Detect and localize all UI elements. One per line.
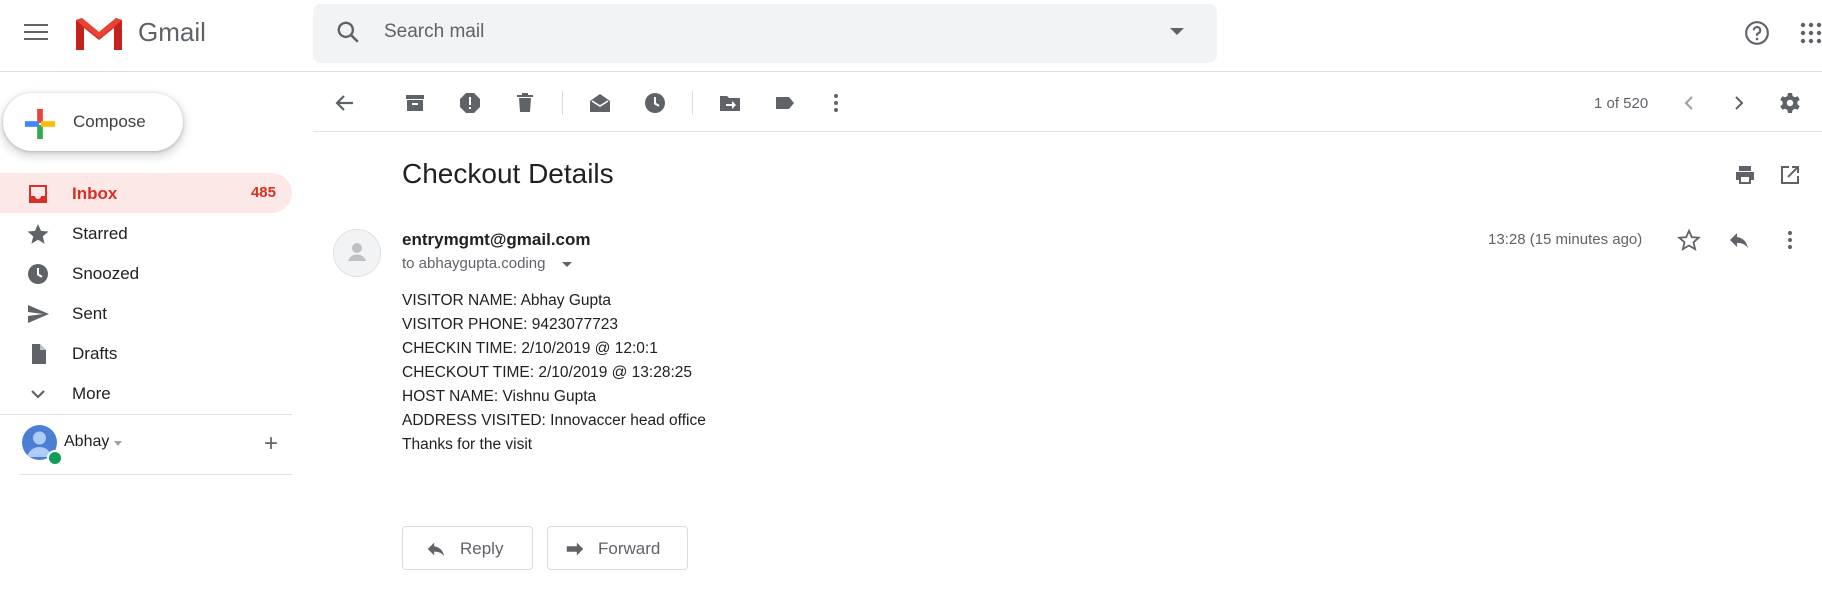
sidebar-item-label: More	[72, 384, 111, 403]
forward-button[interactable]: Forward	[547, 526, 688, 570]
toolbar-separator	[562, 91, 563, 115]
sidebar-item-label: Starred	[72, 224, 128, 243]
settings-gear-icon[interactable]	[1778, 91, 1802, 115]
more-options-icon[interactable]	[824, 91, 848, 115]
app-name: Gmail	[138, 17, 206, 47]
recipient-details-icon[interactable]	[562, 262, 572, 267]
sidebar-item-more[interactable]: More	[0, 373, 292, 413]
sender-avatar[interactable]	[333, 229, 381, 277]
email-body-line: HOST NAME: Vishnu Gupta	[402, 388, 597, 405]
search-input[interactable]: Search mail	[384, 21, 484, 43]
help-icon[interactable]	[1744, 20, 1770, 51]
online-status-icon	[47, 450, 63, 466]
previous-page-icon[interactable]	[1677, 91, 1701, 115]
account-dropdown-icon[interactable]	[114, 441, 122, 446]
report-spam-icon[interactable]	[458, 91, 482, 115]
pagination-count: 1 of 520	[1594, 95, 1649, 112]
sidebar-item-label: Drafts	[72, 344, 118, 363]
star-outline-icon[interactable]	[1677, 228, 1701, 257]
email-body-line: CHECKOUT TIME: 2/10/2019 @ 13:28:25	[402, 364, 692, 381]
account-divider	[20, 474, 292, 475]
chevron-down-icon	[26, 382, 50, 411]
more-options-icon[interactable]	[1778, 228, 1802, 257]
archive-icon[interactable]	[403, 91, 427, 115]
inbox-unread-count: 485	[250, 184, 276, 201]
email-body-line: ADDRESS VISITED: Innovaccer head office	[402, 412, 706, 429]
send-icon	[26, 302, 50, 331]
open-in-new-window-icon[interactable]	[1778, 163, 1802, 192]
sidebar-item-label: Inbox	[72, 184, 118, 203]
email-body-line: Thanks for the visit	[402, 436, 533, 453]
inbox-icon	[26, 182, 50, 211]
sidebar-item-snoozed[interactable]: Snoozed	[0, 253, 292, 293]
reply-button[interactable]: Reply	[402, 526, 533, 570]
back-arrow-icon[interactable]	[333, 91, 357, 115]
reply-icon[interactable]	[1727, 228, 1751, 257]
compose-button[interactable]: Compose	[3, 93, 183, 151]
email-body-line: VISITOR PHONE: 9423077723	[402, 316, 618, 333]
star-icon	[26, 222, 50, 251]
search-icon[interactable]	[335, 19, 361, 50]
clock-icon	[26, 262, 50, 291]
compose-plus-icon	[23, 107, 57, 146]
search-options-icon[interactable]	[1170, 28, 1184, 35]
print-icon[interactable]	[1733, 163, 1757, 192]
move-to-icon[interactable]	[718, 91, 742, 115]
draft-icon	[26, 342, 50, 371]
mark-as-unread-icon[interactable]	[588, 91, 612, 115]
sidebar-item-inbox[interactable]: Inbox 485	[0, 173, 292, 213]
sender-email[interactable]: entrymgmt@gmail.com	[402, 230, 591, 250]
delete-icon[interactable]	[513, 91, 537, 115]
recipient-line: to abhaygupta.coding	[402, 255, 546, 272]
sidebar-divider	[0, 414, 292, 415]
gmail-logo-icon[interactable]	[74, 14, 124, 57]
email-subject: Checkout Details	[402, 158, 614, 189]
sidebar-item-label: Snoozed	[72, 264, 140, 283]
next-page-icon[interactable]	[1727, 91, 1751, 115]
main-menu-icon[interactable]	[24, 24, 48, 42]
forward-label: Forward	[598, 539, 661, 558]
toolbar-separator	[692, 91, 693, 115]
sidebar-item-sent[interactable]: Sent	[0, 293, 292, 333]
email-timestamp: 13:28 (15 minutes ago)	[1488, 231, 1643, 248]
sidebar-item-label: Sent	[72, 304, 107, 323]
sidebar-item-starred[interactable]: Starred	[0, 213, 292, 253]
sidebar-item-drafts[interactable]: Drafts	[0, 333, 292, 373]
compose-label: Compose	[73, 112, 146, 131]
apps-grid-icon[interactable]	[1799, 21, 1822, 50]
reply-icon	[425, 538, 447, 565]
label-icon[interactable]	[773, 91, 797, 115]
snooze-icon[interactable]	[643, 91, 667, 115]
account-name[interactable]: Abhay	[64, 433, 109, 451]
toolbar-divider	[313, 131, 1822, 132]
email-body-line: VISITOR NAME: Abhay Gupta	[402, 292, 612, 309]
email-body-line: CHECKIN TIME: 2/10/2019 @ 12:0:1	[402, 340, 658, 357]
forward-icon	[564, 538, 586, 565]
reply-label: Reply	[460, 539, 504, 558]
add-account-icon[interactable]: +	[264, 432, 278, 456]
email-body: VISITOR NAME: Abhay Gupta VISITOR PHONE:…	[402, 289, 706, 457]
